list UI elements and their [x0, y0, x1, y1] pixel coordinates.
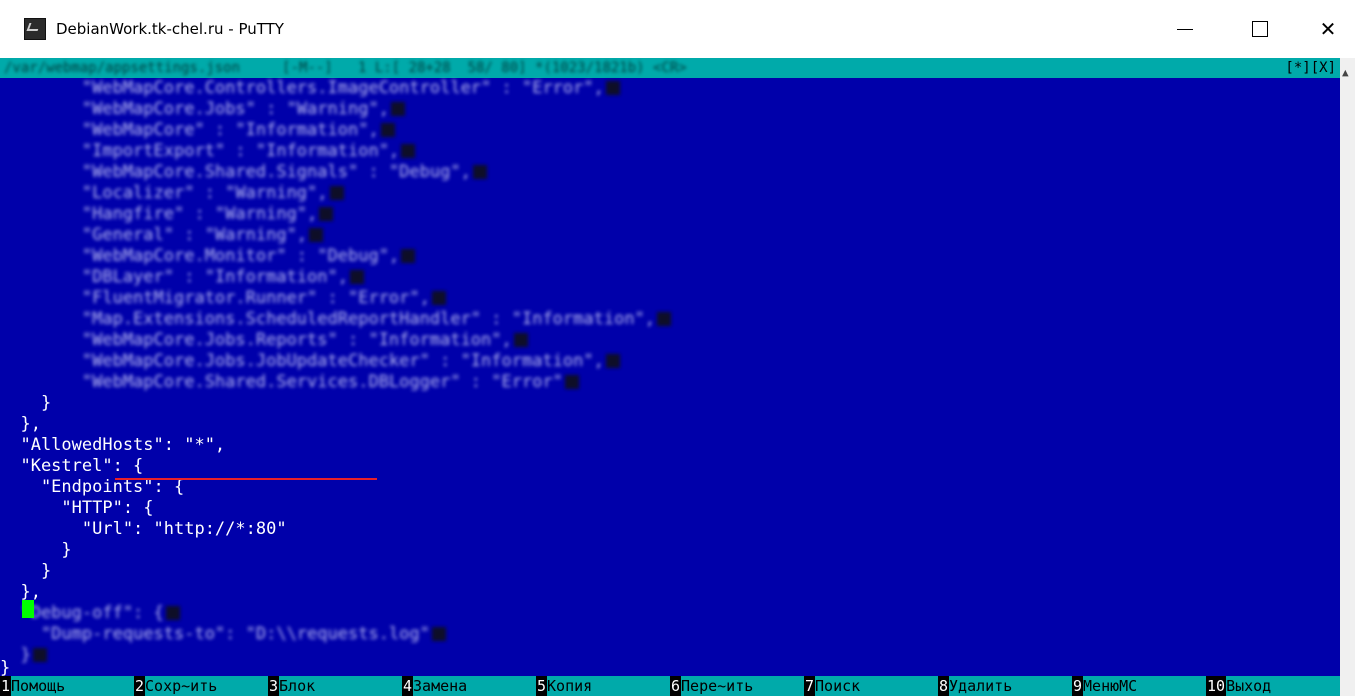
function-key-bar: 1 Помощь 2 Сохр~ить 3 Блок 4 Замена 5 Копия 6…: [0, 676, 1340, 696]
text-cursor: [22, 600, 34, 618]
editor-line: "DBLayer" : "Information",: [0, 267, 364, 288]
editor-line: "Map.Extensions.ScheduledReportHandler" …: [0, 309, 672, 330]
editor-line: }: [0, 540, 72, 560]
minimize-button[interactable]: [1155, 0, 1215, 58]
editor-line: "HTTP": {: [0, 498, 154, 518]
close-button[interactable]: ✕: [1298, 0, 1355, 58]
fkey-copy[interactable]: 5 Копия: [536, 676, 670, 696]
editor-line: "WebMapCore.Shared.Signals" : "Debug",: [0, 162, 487, 183]
vertical-scrollbar[interactable]: ▲: [1340, 58, 1355, 696]
editor-line: },: [0, 582, 41, 602]
editor-line: "Hangfire" : "Warning",: [0, 204, 334, 225]
editor-line: "ImportExport" : "Information",: [0, 141, 416, 162]
fkey-search[interactable]: 7 Поиск: [804, 676, 938, 696]
editor-line: "WebMapCore.Jobs.JobUpdateChecker" : "In…: [0, 351, 620, 372]
fkey-exit[interactable]: 10 Выход: [1206, 676, 1340, 696]
fkey-block[interactable]: 3 Блок: [268, 676, 402, 696]
putty-window: DebianWork.tk-chel.ru - PuTTY ✕ /var/web…: [0, 0, 1355, 696]
fkey-delete[interactable]: 8 Удалить: [938, 676, 1072, 696]
editor-line: "General" : "Warning",: [0, 225, 324, 246]
editor-line: "WebMapCore.Monitor" : "Debug",: [0, 246, 416, 267]
url-highlight-underline: [115, 478, 377, 480]
title-bar[interactable]: DebianWork.tk-chel.ru - PuTTY ✕: [0, 0, 1355, 58]
fkey-menu[interactable]: 9 МенюМС: [1072, 676, 1206, 696]
editor-line: "AllowedHosts": "*",: [0, 435, 226, 455]
file-status: /var/webmap/appsettings.json [-M--] 1 L:…: [4, 60, 687, 76]
close-icon: ✕: [1319, 17, 1337, 41]
fkey-help[interactable]: 1 Помощь: [0, 676, 134, 696]
editor-line: "WebMapCore.Controllers.ImageController"…: [0, 78, 620, 99]
fkey-save[interactable]: 2 Сохр~ить: [134, 676, 268, 696]
editor-line: },: [0, 414, 41, 434]
editor-status-line: /var/webmap/appsettings.json [-M--] 1 L:…: [0, 58, 1340, 78]
editor-line: "FluentMigrator.Runner" : "Error",: [0, 288, 446, 309]
editor-line-url: "Url": "http://*:80": [0, 519, 287, 539]
editor-line: "WebMapCore.Jobs" : "Warning",: [0, 99, 405, 120]
putty-app-icon[interactable]: [24, 18, 46, 40]
editor-line: }: [0, 393, 52, 413]
editor-line: "WebMapCore.Shared.Services.DBLogger" : …: [0, 372, 579, 393]
editor-line: "Localizer" : "Warning",: [0, 183, 344, 204]
editor-line: "WebMapCore" : "Information",: [0, 120, 395, 141]
editor-line: "WebMapCore.Jobs.Reports" : "Information…: [0, 330, 528, 351]
scroll-up-arrow-icon[interactable]: ▲: [1342, 66, 1349, 79]
maximize-icon: [1252, 21, 1268, 37]
window-title: DebianWork.tk-chel.ru - PuTTY: [56, 20, 284, 38]
minimize-icon: [1177, 28, 1193, 30]
fkey-move[interactable]: 6 Пере~ить: [670, 676, 804, 696]
maximize-button[interactable]: [1230, 0, 1290, 58]
editor-line: }: [0, 561, 52, 581]
editor-line: "Kestrel": {: [0, 456, 144, 476]
terminal-area[interactable]: /var/webmap/appsettings.json [-M--] 1 L:…: [0, 58, 1340, 696]
editor-flags[interactable]: [*][X]: [1285, 58, 1336, 78]
fkey-replace[interactable]: 4 Замена: [402, 676, 536, 696]
editor-line: "Dump-requests-to": "D:\\requests.log": [0, 624, 446, 645]
editor-line: "Endpoints": {: [0, 477, 185, 497]
